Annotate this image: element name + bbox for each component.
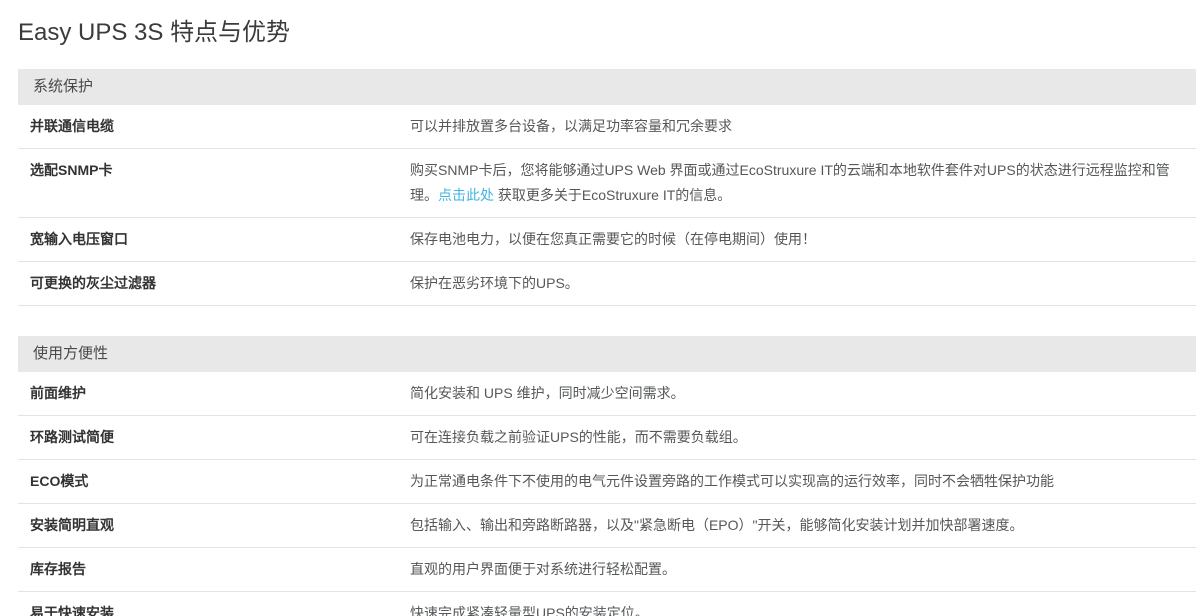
description-text: 快速完成紧凑轻量型UPS的安装定位。: [410, 605, 649, 616]
feature-description: 为正常通电条件下不使用的电气元件设置旁路的工作模式可以实现高的运行效率，同时不会…: [410, 469, 1184, 494]
inline-link[interactable]: 点击此处: [438, 187, 494, 203]
feature-description: 简化安装和 UPS 维护，同时减少空间需求。: [410, 381, 1184, 406]
feature-label: 易于快速安装: [30, 601, 410, 616]
feature-label: 可更换的灰尘过滤器: [30, 271, 410, 296]
feature-row: 并联通信电缆 可以并排放置多台设备，以满足功率容量和冗余要求: [18, 105, 1196, 149]
feature-row: 库存报告 直观的用户界面便于对系统进行轻松配置。: [18, 548, 1196, 592]
section-rows: 并联通信电缆 可以并排放置多台设备，以满足功率容量和冗余要求 选配SNMP卡 购…: [18, 105, 1196, 306]
feature-row: 选配SNMP卡 购买SNMP卡后，您将能够通过UPS Web 界面或通过EcoS…: [18, 149, 1196, 218]
description-text: 简化安装和 UPS 维护，同时减少空间需求。: [410, 385, 685, 401]
feature-section: 使用方便性 前面维护 简化安装和 UPS 维护，同时减少空间需求。 环路测试简便…: [18, 336, 1196, 616]
feature-row: 安装简明直观 包括输入、输出和旁路断路器，以及"紧急断电（EPO）"开关，能够简…: [18, 504, 1196, 548]
description-text: 可在连接负载之前验证UPS的性能，而不需要负载组。: [410, 429, 747, 445]
feature-row: 前面维护 简化安装和 UPS 维护，同时减少空间需求。: [18, 372, 1196, 416]
description-text: 获取更多关于EcoStruxure IT的信息。: [494, 187, 731, 203]
feature-label: 前面维护: [30, 381, 410, 406]
section-header: 使用方便性: [18, 336, 1196, 372]
section-header-label: 使用方便性: [33, 345, 108, 362]
section-header-label: 系统保护: [33, 78, 93, 95]
feature-description: 保存电池电力，以便在您真正需要它的时候（在停电期间）使用！: [410, 227, 1184, 252]
feature-description: 快速完成紧凑轻量型UPS的安装定位。: [410, 601, 1184, 616]
feature-row: 宽输入电压窗口 保存电池电力，以便在您真正需要它的时候（在停电期间）使用！: [18, 218, 1196, 262]
description-text: 直观的用户界面便于对系统进行轻松配置。: [410, 561, 676, 577]
feature-row: 易于快速安装 快速完成紧凑轻量型UPS的安装定位。: [18, 592, 1196, 616]
feature-description: 可在连接负载之前验证UPS的性能，而不需要负载组。: [410, 425, 1184, 450]
feature-description: 直观的用户界面便于对系统进行轻松配置。: [410, 557, 1184, 582]
description-text: 保护在恶劣环境下的UPS。: [410, 275, 579, 291]
feature-row: 环路测试简便 可在连接负载之前验证UPS的性能，而不需要负载组。: [18, 416, 1196, 460]
page-title: Easy UPS 3S 特点与优势: [18, 18, 1204, 48]
feature-description: 购买SNMP卡后，您将能够通过UPS Web 界面或通过EcoStruxure …: [410, 158, 1184, 208]
feature-row: 可更换的灰尘过滤器 保护在恶劣环境下的UPS。: [18, 262, 1196, 306]
feature-row: ECO模式 为正常通电条件下不使用的电气元件设置旁路的工作模式可以实现高的运行效…: [18, 460, 1196, 504]
feature-label: 宽输入电压窗口: [30, 227, 410, 252]
section-rows: 前面维护 简化安装和 UPS 维护，同时减少空间需求。 环路测试简便 可在连接负…: [18, 372, 1196, 616]
description-text: 可以并排放置多台设备，以满足功率容量和冗余要求: [410, 118, 732, 134]
feature-label: 选配SNMP卡: [30, 158, 410, 183]
description-text: 保存电池电力，以便在您真正需要它的时候（在停电期间）使用！: [410, 231, 816, 247]
feature-label: 环路测试简便: [30, 425, 410, 450]
sections: 系统保护 并联通信电缆 可以并排放置多台设备，以满足功率容量和冗余要求 选配SN…: [18, 69, 1196, 616]
feature-description: 包括输入、输出和旁路断路器，以及"紧急断电（EPO）"开关，能够简化安装计划并加…: [410, 513, 1184, 538]
feature-description: 保护在恶劣环境下的UPS。: [410, 271, 1184, 296]
feature-label: 库存报告: [30, 557, 410, 582]
feature-description: 可以并排放置多台设备，以满足功率容量和冗余要求: [410, 114, 1184, 139]
feature-label: ECO模式: [30, 469, 410, 494]
feature-section: 系统保护 并联通信电缆 可以并排放置多台设备，以满足功率容量和冗余要求 选配SN…: [18, 69, 1196, 306]
feature-label: 并联通信电缆: [30, 114, 410, 139]
section-header: 系统保护: [18, 69, 1196, 105]
description-text: 为正常通电条件下不使用的电气元件设置旁路的工作模式可以实现高的运行效率，同时不会…: [410, 473, 1054, 489]
description-text: 包括输入、输出和旁路断路器，以及"紧急断电（EPO）"开关，能够简化安装计划并加…: [410, 517, 1024, 533]
feature-label: 安装简明直观: [30, 513, 410, 538]
